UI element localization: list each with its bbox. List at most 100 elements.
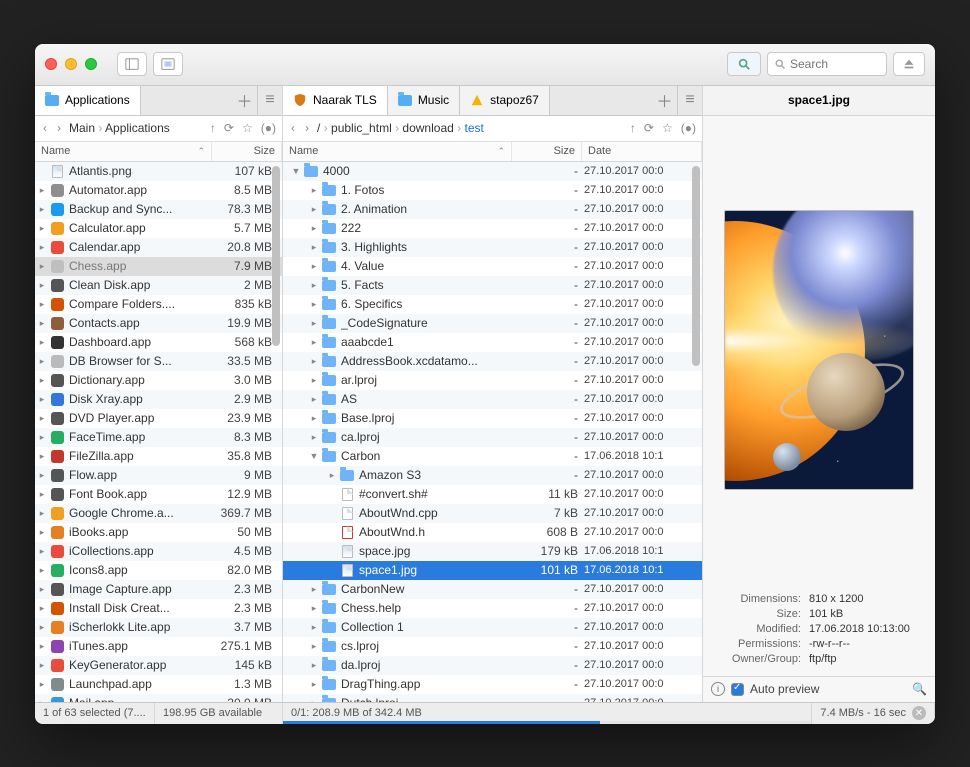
list-item[interactable]: ▸AddressBook.xcdatamo...-27.10.2017 00:0 [283,352,702,371]
list-item[interactable]: ▸4. Value-27.10.2017 00:0 [283,257,702,276]
close-window-button[interactable] [45,58,57,70]
col-name[interactable]: Name⌃ [35,142,212,161]
list-item[interactable]: ▸CarbonNew-27.10.2017 00:0 [283,580,702,599]
list-item[interactable]: ▸Icons8.app82.0 MB [35,561,282,580]
favorite-icon[interactable]: ☆ [662,121,673,135]
zoom-icon[interactable]: 🔍 [912,682,927,696]
list-item[interactable]: ▸iBooks.app50 MB [35,523,282,542]
list-item[interactable]: ▸ar.lproj-27.10.2017 00:0 [283,371,702,390]
preview-toggle-button[interactable] [153,52,183,76]
list-item[interactable]: space.jpg179 kB17.06.2018 10:1 [283,542,702,561]
list-item[interactable]: ▸DVD Player.app23.9 MB [35,409,282,428]
search-input[interactable] [790,57,870,71]
list-item[interactable]: ▸222-27.10.2017 00:0 [283,219,702,238]
auto-preview-checkbox[interactable] [731,683,744,696]
mid-scrollbar[interactable] [690,162,702,702]
list-item[interactable]: ▸3. Highlights-27.10.2017 00:0 [283,238,702,257]
list-item[interactable]: ▸Contacts.app19.9 MB [35,314,282,333]
list-item[interactable]: ▸AS-27.10.2017 00:0 [283,390,702,409]
favorite-icon[interactable]: ☆ [242,121,253,135]
list-item[interactable]: ▸Base.lproj-27.10.2017 00:0 [283,409,702,428]
airdrop-icon[interactable]: (●) [261,121,276,135]
list-item[interactable]: ▸FaceTime.app8.3 MB [35,428,282,447]
list-item[interactable]: ▸Clean Disk.app2 MB [35,276,282,295]
sidebar-toggle-button[interactable] [117,52,147,76]
mid-file-list[interactable]: ▼4000-27.10.2017 00:0▸1. Fotos-27.10.201… [283,162,702,702]
nav-up-icon[interactable]: ↑ [210,121,216,135]
list-item[interactable]: ▸6. Specifics-27.10.2017 00:0 [283,295,702,314]
list-item[interactable]: space1.jpg101 kB17.06.2018 10:1 [283,561,702,580]
add-tab-button[interactable]: ＋ [232,86,258,115]
list-item[interactable]: ▸_CodeSignature-27.10.2017 00:0 [283,314,702,333]
list-item[interactable]: ▸Google Chrome.a...369.7 MB [35,504,282,523]
list-item[interactable]: ▸Amazon S3-27.10.2017 00:0 [283,466,702,485]
list-item[interactable]: AboutWnd.cpp7 kB27.10.2017 00:0 [283,504,702,523]
col-date[interactable]: Date [582,142,702,161]
list-item[interactable]: ▸Dictionary.app3.0 MB [35,371,282,390]
list-item[interactable]: ▸5. Facts-27.10.2017 00:0 [283,276,702,295]
nav-forward-button[interactable]: › [55,121,63,135]
tab-menu-button[interactable]: ≡ [678,86,702,115]
col-name[interactable]: Name⌃ [283,142,512,161]
mid-breadcrumb[interactable]: / › public_html › download › test [317,121,484,135]
search-field[interactable] [767,52,887,76]
list-item[interactable]: ▸Calculator.app5.7 MB [35,219,282,238]
list-item[interactable]: ▸1. Fotos-27.10.2017 00:0 [283,181,702,200]
list-item[interactable]: ▸Launchpad.app1.3 MB [35,675,282,694]
nav-up-icon[interactable]: ↑ [630,121,636,135]
tab-stapoz67[interactable]: stapoz67 [460,86,550,115]
list-item[interactable]: ▸DB Browser for S...33.5 MB [35,352,282,371]
list-item[interactable]: AboutWnd.h608 B27.10.2017 00:0 [283,523,702,542]
info-icon[interactable]: i [711,682,725,696]
nav-back-button[interactable]: ‹ [41,121,49,135]
list-item[interactable]: ▸cs.lproj-27.10.2017 00:0 [283,637,702,656]
airdrop-icon[interactable]: (●) [681,121,696,135]
list-item[interactable]: Atlantis.png107 kB [35,162,282,181]
add-tab-button[interactable]: ＋ [652,86,678,115]
list-item[interactable]: ▸ca.lproj-27.10.2017 00:0 [283,428,702,447]
list-item[interactable]: ▸Image Capture.app2.3 MB [35,580,282,599]
list-item[interactable]: ▸da.lproj-27.10.2017 00:0 [283,656,702,675]
list-item[interactable]: ▸Dashboard.app568 kB [35,333,282,352]
list-item[interactable]: ▸Font Book.app12.9 MB [35,485,282,504]
col-size[interactable]: Size [512,142,582,161]
preview-thumbnail[interactable] [724,210,914,490]
list-item[interactable]: ▸Dutch.lproj-27.10.2017 00:0 [283,694,702,702]
list-item[interactable]: ▸DragThing.app-27.10.2017 00:0 [283,675,702,694]
list-item[interactable]: ▸Backup and Sync...78.3 MB [35,200,282,219]
left-file-list[interactable]: Atlantis.png107 kB▸Automator.app8.5 MB▸B… [35,162,282,702]
list-item[interactable]: ▸iCollections.app4.5 MB [35,542,282,561]
nav-forward-button[interactable]: › [303,121,311,135]
list-item[interactable]: ▸Install Disk Creat...2.3 MB [35,599,282,618]
tab-music[interactable]: Music [388,86,460,115]
col-size[interactable]: Size [212,142,282,161]
list-item[interactable]: ▸KeyGenerator.app145 kB [35,656,282,675]
list-item[interactable]: ▸Flow.app9 MB [35,466,282,485]
tab-menu-button[interactable]: ≡ [258,86,282,115]
list-item[interactable]: ▸Mail.app20.0 MB [35,694,282,702]
refresh-icon[interactable]: ⟳ [224,121,234,135]
left-breadcrumb[interactable]: Main › Applications [69,121,170,135]
list-item[interactable]: ▸FileZilla.app35.8 MB [35,447,282,466]
list-item[interactable]: ▸Compare Folders....835 kB [35,295,282,314]
list-item[interactable]: ▸Automator.app8.5 MB [35,181,282,200]
list-item[interactable]: ▸Calendar.app20.8 MB [35,238,282,257]
list-item[interactable]: ▸iTunes.app275.1 MB [35,637,282,656]
tab-applications[interactable]: Applications [35,86,141,115]
eject-button[interactable] [893,52,925,76]
refresh-icon[interactable]: ⟳ [644,121,654,135]
cancel-transfer-button[interactable]: ✕ [912,706,926,720]
nav-back-button[interactable]: ‹ [289,121,297,135]
zoom-window-button[interactable] [85,58,97,70]
list-item[interactable]: ▸Chess.app7.9 MB [35,257,282,276]
list-item[interactable]: ▸Collection 1-27.10.2017 00:0 [283,618,702,637]
list-item[interactable]: ▸Disk Xray.app2.9 MB [35,390,282,409]
tab-naarak-tls[interactable]: Naarak TLS [283,86,388,115]
list-item[interactable]: ▼Carbon-17.06.2018 10:1 [283,447,702,466]
list-item[interactable]: ▼4000-27.10.2017 00:0 [283,162,702,181]
minimize-window-button[interactable] [65,58,77,70]
list-item[interactable]: ▸Chess.help-27.10.2017 00:0 [283,599,702,618]
search-button[interactable] [727,52,761,76]
left-scrollbar[interactable] [270,162,282,702]
list-item[interactable]: #convert.sh#11 kB27.10.2017 00:0 [283,485,702,504]
